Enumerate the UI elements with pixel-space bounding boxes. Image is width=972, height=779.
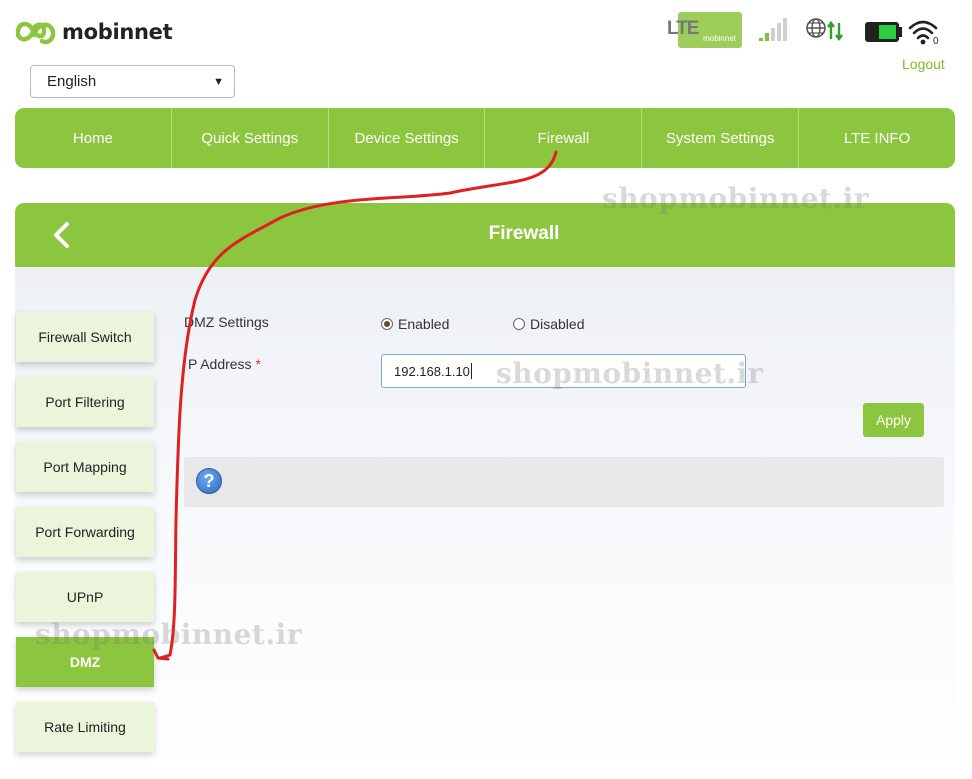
nav-system-settings[interactable]: System Settings — [642, 108, 800, 168]
sidebar-item-dmz[interactable]: DMZ — [16, 637, 154, 687]
wifi-client-count: 0 — [933, 36, 939, 47]
sidebar-item-port-filtering[interactable]: Port Filtering — [16, 377, 154, 427]
brand-name: mobinnet — [62, 20, 173, 44]
signal-strength-icon — [758, 12, 788, 52]
page-title: Firewall — [488, 223, 560, 244]
sidebar-item-upnp[interactable]: UPnP — [16, 572, 154, 622]
wifi-icon: 0 — [908, 12, 942, 52]
nav-lte-info[interactable]: LTE INFO — [799, 108, 955, 168]
ip-address-value: 192.168.1.10 — [394, 363, 470, 379]
nav-device-settings[interactable]: Device Settings — [329, 108, 486, 168]
chevron-down-icon: ▼ — [213, 75, 224, 88]
panel-body — [15, 267, 955, 779]
dmz-disabled-label: Disabled — [530, 316, 585, 332]
panel-header: Firewall — [15, 203, 955, 267]
main-nav: Home Quick Settings Device Settings Fire… — [15, 108, 955, 168]
radio-checked-icon — [381, 318, 393, 330]
internet-globe-icon — [804, 12, 848, 52]
nav-firewall[interactable]: Firewall — [485, 108, 643, 168]
dmz-enabled-radio[interactable]: Enabled — [381, 316, 449, 332]
sidebar-item-port-forwarding[interactable]: Port Forwarding — [16, 507, 154, 557]
help-box: ? — [184, 457, 944, 507]
brand-logo[interactable]: mobinnet — [14, 15, 173, 49]
dmz-ip-address-input[interactable]: 192.168.1.10 — [381, 354, 746, 388]
sidebar-item-rate-limiting[interactable]: Rate Limiting — [16, 702, 154, 752]
nav-home[interactable]: Home — [15, 108, 172, 168]
logout-link[interactable]: Logout — [902, 56, 945, 72]
dmz-settings-label: DMZ Settings — [184, 314, 269, 330]
apply-button[interactable]: Apply — [863, 403, 924, 437]
ip-address-label-text: P Address — [188, 356, 252, 372]
dmz-enabled-label: Enabled — [398, 316, 450, 332]
battery-icon — [863, 12, 903, 52]
network-type-label: LTE — [667, 18, 700, 39]
help-question-icon[interactable]: ? — [196, 468, 222, 494]
lte-sim-icon: mobinnet LTE — [667, 12, 743, 52]
sidebar-item-firewall-switch[interactable]: Firewall Switch — [16, 312, 154, 362]
required-asterisk: * — [255, 356, 261, 372]
language-selected-value: English — [47, 73, 97, 90]
language-select[interactable]: English ▼ — [30, 65, 235, 98]
mobinnet-logo-icon — [15, 21, 56, 45]
dmz-disabled-radio[interactable]: Disabled — [513, 316, 584, 332]
nav-quick-settings[interactable]: Quick Settings — [172, 108, 329, 168]
radio-unchecked-icon — [513, 318, 525, 330]
sidebar-item-port-mapping[interactable]: Port Mapping — [16, 442, 154, 492]
sim-label: mobinnet — [703, 34, 736, 43]
ip-address-label: P Address * — [188, 356, 261, 372]
